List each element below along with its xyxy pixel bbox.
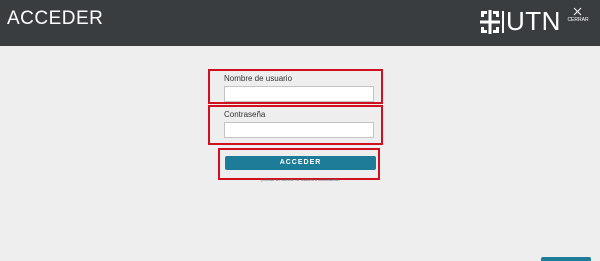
forgot-credentials-link[interactable]: ¿Olvidó su nombre de usuario o contraseñ… [225,177,376,182]
utn-logo-icon [480,10,500,34]
header-bar: ACCEDER UTN CERRAR [0,0,600,46]
corner-button[interactable] [541,257,591,261]
password-label: Contraseña [224,110,266,119]
password-input[interactable] [224,122,374,138]
logo-divider [502,11,504,33]
logo-text: UTN [506,6,561,36]
close-icon [573,7,582,16]
page-title: ACCEDER [7,8,104,29]
close-button[interactable]: CERRAR [564,7,592,23]
login-button[interactable]: ACCEDER [225,156,376,170]
username-input[interactable] [224,86,374,102]
close-label: CERRAR [567,17,589,23]
username-label: Nombre de usuario [224,74,293,83]
